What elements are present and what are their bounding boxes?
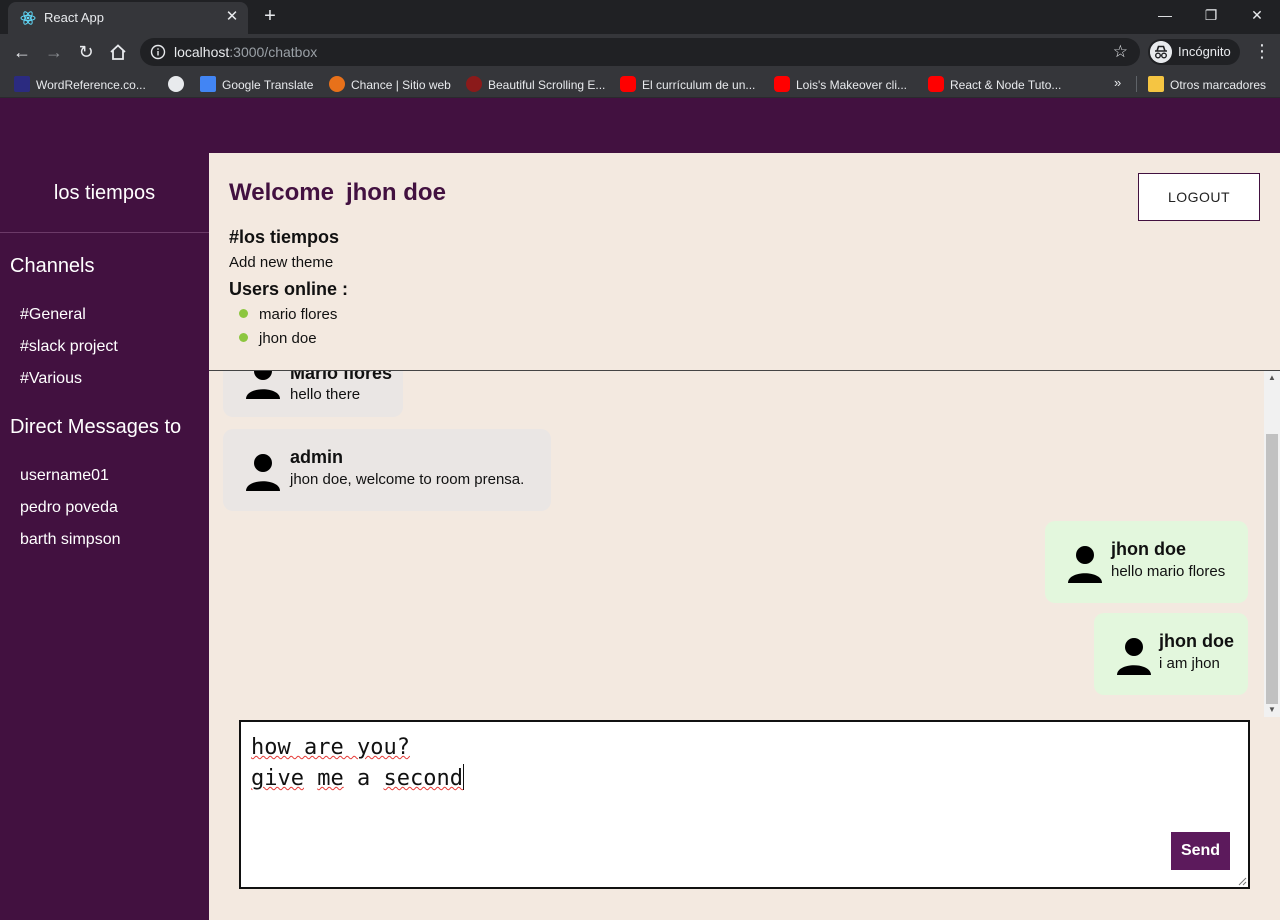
wordreference-icon (14, 76, 30, 92)
info-icon[interactable] (150, 44, 166, 60)
online-user: mario flores (239, 306, 337, 323)
dm-pedro-poveda[interactable]: pedro poveda (20, 499, 118, 517)
user-avatar-icon (1117, 638, 1151, 675)
message-author: jhon doe (1159, 631, 1234, 651)
message-text: hello there (290, 386, 361, 403)
channel-general[interactable]: #General (20, 306, 86, 324)
globe-icon (168, 76, 184, 92)
bookmark-star-icon[interactable]: ☆ (1113, 42, 1128, 62)
site-icon (466, 76, 482, 92)
message-author: Mario flores (290, 371, 393, 383)
youtube-icon (620, 76, 636, 92)
user-avatar-icon (246, 454, 280, 491)
online-status-dot (239, 309, 248, 318)
channels-heading: Channels (10, 255, 95, 277)
bookmarks-divider (1136, 76, 1137, 92)
bookmark-react-node[interactable]: React & Node Tuto... (928, 76, 1061, 92)
browser-toolbar: ← → ↻ localhost:3000/chatbox ☆ Incógnito… (0, 34, 1280, 70)
message-list: Mario flores hello there admin jhon doe,… (209, 371, 1264, 717)
logout-button[interactable]: LOGOUT (1138, 173, 1260, 221)
folder-icon (1148, 76, 1164, 92)
welcome-label: Welcome (229, 179, 334, 206)
sidebar: los tiempos Channels #General #slack pro… (0, 153, 209, 920)
back-icon[interactable]: ← (10, 40, 34, 64)
browser-menu-icon[interactable]: ⋮ (1252, 40, 1272, 64)
browser-tab-strip: React App ✕ + — ❐ ✕ (0, 0, 1280, 34)
resize-handle-icon[interactable] (1237, 876, 1247, 886)
bookmark-beautiful-scrolling[interactable]: Beautiful Scrolling E... (466, 76, 605, 92)
add-theme-link[interactable]: Add new theme (229, 254, 333, 271)
profile-label: Incógnito (1178, 44, 1231, 59)
message-bubble-own: jhon doe i am jhon (1094, 613, 1248, 695)
minimize-icon[interactable]: — (1142, 0, 1188, 32)
message-input-text[interactable]: how are you? give me a second (251, 732, 464, 794)
bookmark-lois-makeover[interactable]: Lois's Makeover cli... (774, 76, 907, 92)
bookmarks-bar: WordReference.co... Google Translate Cha… (0, 70, 1280, 98)
react-icon (20, 11, 36, 25)
chance-icon (329, 76, 345, 92)
bookmark-globe[interactable] (168, 76, 190, 92)
welcome-title: Welcome jhon doe (229, 179, 446, 207)
browser-tab[interactable]: React App ✕ (8, 2, 248, 34)
address-bar[interactable]: localhost:3000/chatbox ☆ (140, 38, 1140, 66)
url-text: localhost:3000/chatbox (174, 44, 318, 60)
restore-icon[interactable]: ❐ (1188, 0, 1234, 32)
new-tab-icon[interactable]: + (258, 4, 282, 28)
message-author: admin (290, 447, 344, 467)
scroll-up-arrow-icon[interactable]: ▲ (1264, 373, 1280, 385)
bookmark-google-translate[interactable]: Google Translate (200, 76, 313, 92)
youtube-icon (928, 76, 944, 92)
draft-line-1: how are you? (251, 735, 410, 760)
tab-title: React App (44, 10, 104, 25)
user-avatar-icon (1068, 546, 1102, 583)
welcome-username: jhon doe (345, 179, 446, 206)
message-scrollbar[interactable]: ▲ ▼ (1264, 371, 1280, 717)
other-bookmarks[interactable]: Otros marcadores (1148, 76, 1266, 92)
online-status-dot (239, 333, 248, 342)
channel-various[interactable]: #Various (20, 370, 82, 388)
app-top-bar (0, 98, 1280, 153)
dm-barth-simpson[interactable]: barth simpson (20, 531, 121, 549)
chat-header: Welcome jhon doe LOGOUT #los tiempos Add … (209, 153, 1280, 371)
incognito-icon (1150, 41, 1172, 63)
room-title: #los tiempos (229, 227, 340, 247)
message-text: i am jhon (1159, 655, 1220, 672)
message-bubble: Mario flores hello there (223, 371, 403, 417)
message-text: jhon doe, welcome to room prensa. (290, 471, 525, 488)
send-button[interactable]: Send (1171, 832, 1230, 870)
direct-messages-heading: Direct Messages to (10, 416, 182, 438)
close-window-icon[interactable]: ✕ (1234, 0, 1280, 32)
bookmark-curriculum[interactable]: El currículum de un... (620, 76, 755, 92)
scroll-down-arrow-icon[interactable]: ▼ (1264, 705, 1280, 717)
forward-icon[interactable]: → (42, 40, 66, 64)
scrollbar-thumb[interactable] (1266, 434, 1278, 704)
bookmark-chance[interactable]: Chance | Sitio web (329, 76, 451, 92)
message-bubble: admin jhon doe, welcome to room prensa. (223, 429, 551, 511)
message-author: jhon doe (1111, 539, 1186, 559)
incognito-profile-button[interactable]: Incógnito (1148, 39, 1240, 65)
bookmark-wordreference[interactable]: WordReference.co... (14, 76, 146, 92)
channel-slack-project[interactable]: #slack project (20, 338, 118, 356)
workspace-name: los tiempos (0, 153, 209, 233)
message-bubble-own: jhon doe hello mario flores (1045, 521, 1248, 603)
home-icon[interactable] (106, 40, 130, 64)
reload-icon[interactable]: ↻ (74, 40, 98, 64)
message-text: hello mario flores (1111, 563, 1226, 580)
message-input[interactable]: how are you? give me a second Send (239, 720, 1250, 889)
youtube-icon (774, 76, 790, 92)
close-tab-icon[interactable]: ✕ (222, 7, 242, 27)
google-translate-icon (200, 76, 216, 92)
online-user: jhon doe (239, 330, 317, 347)
more-bookmarks-icon[interactable]: » (1114, 75, 1121, 90)
text-caret (462, 764, 464, 790)
dm-username01[interactable]: username01 (20, 467, 109, 485)
user-avatar-icon (246, 371, 280, 399)
users-online-heading: Users online : (229, 279, 349, 299)
